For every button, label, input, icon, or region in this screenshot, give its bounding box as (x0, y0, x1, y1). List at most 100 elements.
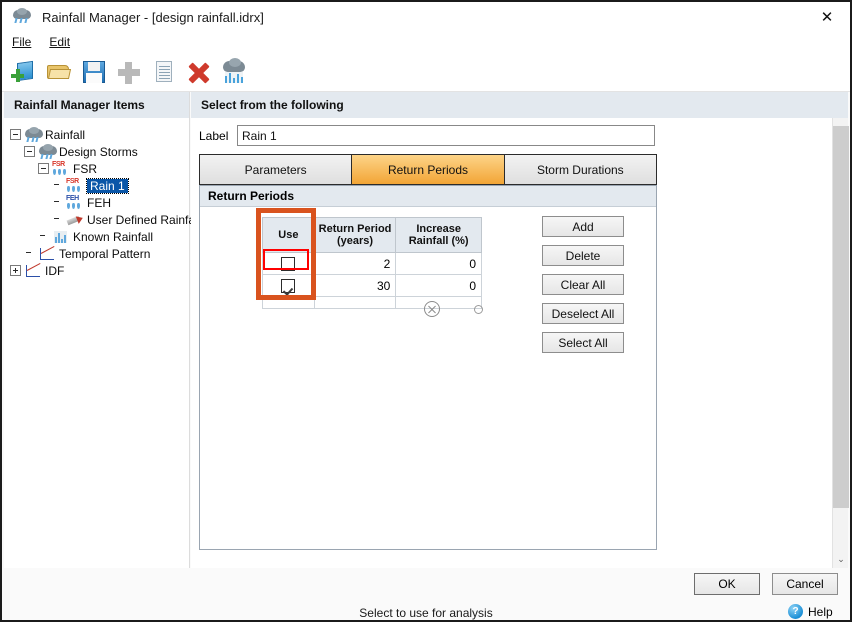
tree-item-label: IDF (45, 263, 65, 278)
tree-item-design-storms[interactable]: Design Storms (10, 143, 189, 160)
help-link[interactable]: ? Help (788, 604, 833, 619)
tree-item-label: FSR (73, 161, 97, 176)
help-label: Help (808, 604, 833, 619)
increase-rainfall-cell[interactable]: 0 (395, 252, 482, 275)
tree-item-known-rainfall[interactable]: Known Rainfall (10, 228, 189, 245)
content-vertical-scrollbar[interactable]: ⌄ (832, 118, 849, 568)
tree-item-temporal-pattern[interactable]: Temporal Pattern (10, 245, 189, 262)
content-header: Select from the following (191, 92, 848, 118)
feh-icon: FEH (66, 195, 83, 210)
expander-none-icon (24, 248, 35, 259)
help-icon: ? (788, 604, 803, 619)
scroll-down-icon[interactable]: ⌄ (833, 550, 849, 568)
column-header-return-period[interactable]: Return Period (years) (313, 217, 397, 253)
grid-actions: Add Delete Clear All Deselect All Select… (542, 216, 624, 353)
clear-all-button[interactable]: Clear All (542, 274, 624, 295)
open-folder-icon[interactable] (45, 58, 73, 86)
cancel-button[interactable]: Cancel (772, 573, 838, 595)
scrollbar-thumb[interactable] (833, 126, 849, 508)
tree-item-feh[interactable]: FEH FEH (10, 194, 189, 211)
rain-cloud-icon (38, 144, 57, 159)
tree-item-fsr[interactable]: FSR FSR (10, 160, 189, 177)
rain-cloud-icon (12, 8, 34, 26)
column-header-text: Use (278, 228, 299, 241)
expander-none-icon (52, 197, 63, 208)
tab-storm-durations[interactable]: Storm Durations (503, 154, 657, 185)
sidebar-header: Rainfall Manager Items (4, 92, 189, 118)
delete-icon[interactable] (185, 58, 213, 86)
column-header-use[interactable]: Use (262, 217, 315, 253)
tree-item-label: Temporal Pattern (59, 246, 151, 261)
tree-item-label: User Defined Rainfall (87, 212, 201, 227)
rain-cloud-icon (24, 127, 43, 142)
rainfall-items-tree[interactable]: Rainfall Design Storms FSR FSR FSR Rain … (4, 118, 200, 279)
copy-icon[interactable] (150, 58, 178, 86)
use-checkbox-cell[interactable] (262, 252, 315, 275)
tree-item-label: Design Storms (59, 144, 138, 159)
tree-item-label: Rain 1 (86, 177, 129, 194)
tab-strip: Parameters Return Periods Storm Duration… (199, 154, 657, 185)
tree-item-rainfall[interactable]: Rainfall (10, 126, 189, 143)
column-header-subtext: Rainfall (%) (408, 235, 469, 247)
empty-cell (262, 296, 315, 309)
add-button[interactable]: Add (542, 216, 624, 237)
expander-none-icon (52, 180, 63, 191)
menu-file-label: File (12, 35, 32, 49)
tab-parameters[interactable]: Parameters (199, 154, 352, 185)
content-pane: Select from the following Label Paramete… (191, 92, 849, 568)
menu-bar: File Edit (2, 32, 850, 52)
return-period-cell[interactable]: 2 (313, 252, 397, 275)
use-checkbox[interactable] (281, 256, 296, 271)
column-header-increase-rainfall[interactable]: Increase Rainfall (%) (395, 217, 482, 253)
expander-none-icon (38, 231, 49, 242)
label-input[interactable] (237, 125, 655, 146)
title-bar: Rainfall Manager - [design rainfall.idrx… (2, 2, 850, 32)
expander-minus-icon[interactable] (24, 146, 35, 157)
use-checkbox[interactable] (281, 278, 296, 293)
tab-label: Return Periods (387, 162, 469, 177)
tab-return-periods[interactable]: Return Periods (351, 154, 504, 185)
tree-item-label: FEH (87, 195, 111, 210)
tree-item-label: Known Rainfall (73, 229, 154, 244)
tree-item-idf[interactable]: IDF (10, 262, 189, 279)
bar-chart-icon (52, 229, 69, 244)
return-period-cell[interactable]: 30 (313, 274, 397, 297)
new-icon[interactable] (10, 58, 38, 86)
grid-indicator-row (410, 301, 510, 321)
delete-button[interactable]: Delete (542, 245, 624, 266)
app-window: Rainfall Manager - [design rainfall.idrx… (0, 0, 852, 622)
close-button[interactable]: ✕ (804, 2, 850, 32)
deselect-all-button[interactable]: Deselect All (542, 303, 624, 324)
sidebar: Rainfall Manager Items Rainfall Design S… (4, 92, 200, 568)
menu-item-edit[interactable]: Edit (49, 35, 70, 49)
status-bar-text: Select to use for analysis (359, 606, 493, 620)
label-row: Label (199, 125, 655, 146)
select-all-button[interactable]: Select All (542, 332, 624, 353)
add-icon[interactable] (115, 58, 143, 86)
window-title: Rainfall Manager - [design rainfall.idrx… (42, 9, 264, 25)
save-icon[interactable] (80, 58, 108, 86)
ok-button[interactable]: OK (694, 573, 760, 595)
use-checkbox-cell[interactable] (262, 274, 315, 297)
increase-rainfall-cell[interactable]: 0 (395, 274, 482, 297)
column-header-text: Return Period (318, 222, 392, 235)
table-row[interactable]: 30 0 (262, 274, 482, 297)
table-header-row: Use Return Period (years) Increase Rainf… (262, 217, 482, 253)
panel-title: Return Periods (200, 186, 656, 207)
fsr-icon: FSR (52, 161, 69, 176)
label-caption: Label (199, 128, 229, 143)
toolbar (2, 52, 850, 92)
circle-x-icon[interactable] (424, 301, 440, 317)
table-row[interactable]: 2 0 (262, 252, 482, 275)
expander-minus-icon[interactable] (38, 163, 49, 174)
expander-minus-icon[interactable] (10, 129, 21, 140)
rainfall-icon[interactable] (220, 57, 248, 86)
tree-item-rain-1[interactable]: FSR Rain 1 (10, 177, 189, 194)
return-periods-table[interactable]: Use Return Period (years) Increase Rainf… (262, 217, 482, 309)
menu-edit-label: Edit (49, 35, 71, 49)
tab-label: Storm Durations (536, 162, 624, 177)
menu-item-file[interactable]: File (12, 35, 31, 49)
expander-plus-icon[interactable] (10, 265, 21, 276)
tree-item-user-defined-rainfall[interactable]: User Defined Rainfall (10, 211, 200, 228)
circle-small-icon[interactable] (474, 305, 483, 314)
